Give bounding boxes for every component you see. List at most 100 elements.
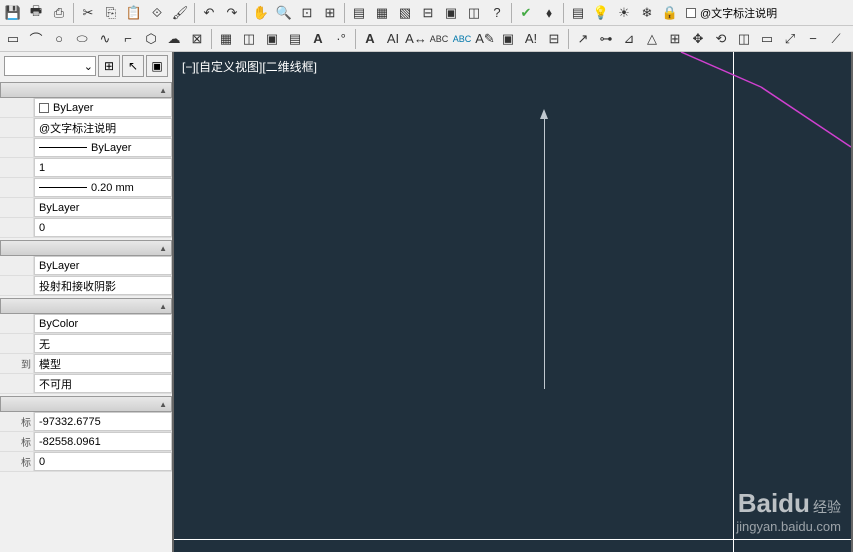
layer-color-swatch: [686, 8, 696, 18]
render-section: ByLayer 投射和接收阴影: [0, 240, 172, 296]
transparency-value[interactable]: 0: [34, 218, 172, 237]
text-justify-icon[interactable]: ⊟: [543, 28, 565, 50]
light-icon[interactable]: 💡: [590, 2, 612, 24]
lineweight-value[interactable]: 0.20 mm: [34, 178, 172, 197]
linetype-value[interactable]: ByLayer: [34, 138, 172, 157]
drawing-line: [651, 52, 851, 172]
layer-display[interactable]: @文字标注说明: [682, 5, 781, 21]
zoom-icon[interactable]: 🔍: [273, 2, 295, 24]
quick-select-button[interactable]: ▣: [146, 55, 168, 77]
trim-icon[interactable]: ⟋: [825, 28, 847, 50]
text-a-icon[interactable]: A: [307, 28, 329, 50]
leader-icon[interactable]: ↗: [572, 28, 594, 50]
plotcolor-value[interactable]: ByColor: [34, 314, 172, 333]
revision-icon[interactable]: ☁: [163, 28, 185, 50]
preview-icon[interactable]: ⎙: [48, 2, 70, 24]
gradient-icon[interactable]: ◫: [238, 28, 260, 50]
zoom-extents-icon[interactable]: ⊞: [319, 2, 341, 24]
x-value[interactable]: -97332.6775: [34, 412, 172, 431]
paste-icon[interactable]: 📋: [123, 2, 145, 24]
pick-add-button[interactable]: ⊞: [98, 55, 120, 77]
help-icon[interactable]: ?: [486, 2, 508, 24]
separator: [344, 3, 345, 23]
color-value[interactable]: ByLayer: [34, 98, 172, 117]
dim-align-icon[interactable]: ⊞: [664, 28, 686, 50]
text-edit-icon[interactable]: A✎: [474, 28, 496, 50]
layer-value[interactable]: @文字标注说明: [34, 118, 172, 137]
rectangle-icon[interactable]: ▭: [2, 28, 24, 50]
mtext-icon[interactable]: A: [359, 28, 381, 50]
drawing-canvas[interactable]: [−][自定义视图][二维线框] Baidu 经验 jingyan.baidu.…: [172, 52, 853, 552]
object-type-dropdown[interactable]: ⌄: [4, 56, 96, 76]
offset-icon[interactable]: −: [802, 28, 824, 50]
dim-linear-icon[interactable]: △: [641, 28, 663, 50]
print-icon[interactable]: 🖶: [25, 2, 47, 24]
z-value[interactable]: 0: [34, 452, 172, 471]
select-button[interactable]: ↖: [122, 55, 144, 77]
block-icon[interactable]: ▣: [440, 2, 462, 24]
spell-icon[interactable]: ABC: [428, 28, 450, 50]
scale-icon[interactable]: ▭: [756, 28, 778, 50]
save-icon[interactable]: 💾: [2, 2, 24, 24]
shadow-value[interactable]: 投射和接收阴影: [34, 276, 172, 295]
polyline-icon[interactable]: ⌐: [117, 28, 139, 50]
table-icon[interactable]: ▤: [284, 28, 306, 50]
pan-icon[interactable]: ✋: [250, 2, 272, 24]
polygon-icon[interactable]: ⬡: [140, 28, 162, 50]
layout-value[interactable]: 模型: [34, 354, 172, 373]
section-header[interactable]: [0, 82, 172, 98]
move-icon[interactable]: ✥: [687, 28, 709, 50]
main-area: ⌄ ⊞ ↖ ▣ ByLayer @文字标注说明 ByLayer 1 0.20 m…: [0, 52, 853, 552]
copy-icon[interactable]: ⎘: [100, 2, 122, 24]
brush-icon[interactable]: 🖌: [169, 2, 191, 24]
cut-icon[interactable]: ✂: [77, 2, 99, 24]
redo-icon[interactable]: ↷: [221, 2, 243, 24]
props-icon[interactable]: ▤: [567, 2, 589, 24]
properties-icon[interactable]: ▤: [348, 2, 370, 24]
match-icon[interactable]: ⟐: [146, 2, 168, 24]
dtext-icon[interactable]: AI: [382, 28, 404, 50]
zoom-window-icon[interactable]: ⊡: [296, 2, 318, 24]
design-center-icon[interactable]: ⊟: [417, 2, 439, 24]
hyperlink-value[interactable]: 无: [34, 334, 172, 353]
arc-icon[interactable]: ⌒: [25, 28, 47, 50]
undo-icon[interactable]: ↶: [198, 2, 220, 24]
find-icon[interactable]: ABC: [451, 28, 473, 50]
plotstyle-value[interactable]: ByLayer: [34, 256, 172, 275]
text-scale-icon[interactable]: ▣: [497, 28, 519, 50]
section-header[interactable]: [0, 396, 172, 412]
layer-icon[interactable]: ◫: [463, 2, 485, 24]
sheet-icon[interactable]: ▦: [371, 2, 393, 24]
ellipse-icon[interactable]: ⬭: [71, 28, 93, 50]
circle-icon[interactable]: ○: [48, 28, 70, 50]
text-align-icon[interactable]: A!: [520, 28, 542, 50]
mirror-icon[interactable]: ◫: [733, 28, 755, 50]
freeze-icon[interactable]: ❄: [636, 2, 658, 24]
text-style-icon[interactable]: A↔: [405, 28, 427, 50]
watermark-sub: 经验: [813, 499, 841, 515]
rotate-icon[interactable]: ⟲: [710, 28, 732, 50]
section-header[interactable]: [0, 298, 172, 314]
section-header[interactable]: [0, 240, 172, 256]
sun-icon[interactable]: ☀: [613, 2, 635, 24]
y-value[interactable]: -82558.0961: [34, 432, 172, 451]
mleader-icon[interactable]: ⊶: [595, 28, 617, 50]
region-icon[interactable]: ⊠: [186, 28, 208, 50]
linescale-value[interactable]: 1: [34, 158, 172, 177]
lock-icon[interactable]: 🔒: [659, 2, 681, 24]
viewport-label[interactable]: [−][自定义视图][二维线框]: [182, 58, 317, 75]
annotative-value[interactable]: 不可用: [34, 374, 172, 393]
tool-palette-icon[interactable]: ▧: [394, 2, 416, 24]
watermark-brand: Baidu: [738, 488, 810, 518]
separator: [563, 3, 564, 23]
spline-icon[interactable]: ∿: [94, 28, 116, 50]
hatch-icon[interactable]: ▦: [215, 28, 237, 50]
boundary-icon[interactable]: ▣: [261, 28, 283, 50]
dim-icon[interactable]: ⊿: [618, 28, 640, 50]
check-icon[interactable]: ✔: [515, 2, 537, 24]
stretch-icon[interactable]: ⤢: [779, 28, 801, 50]
point-icon[interactable]: ·°: [330, 28, 352, 50]
layers-icon[interactable]: ⬧: [538, 2, 560, 24]
separator: [73, 3, 74, 23]
material-value[interactable]: ByLayer: [34, 198, 172, 217]
